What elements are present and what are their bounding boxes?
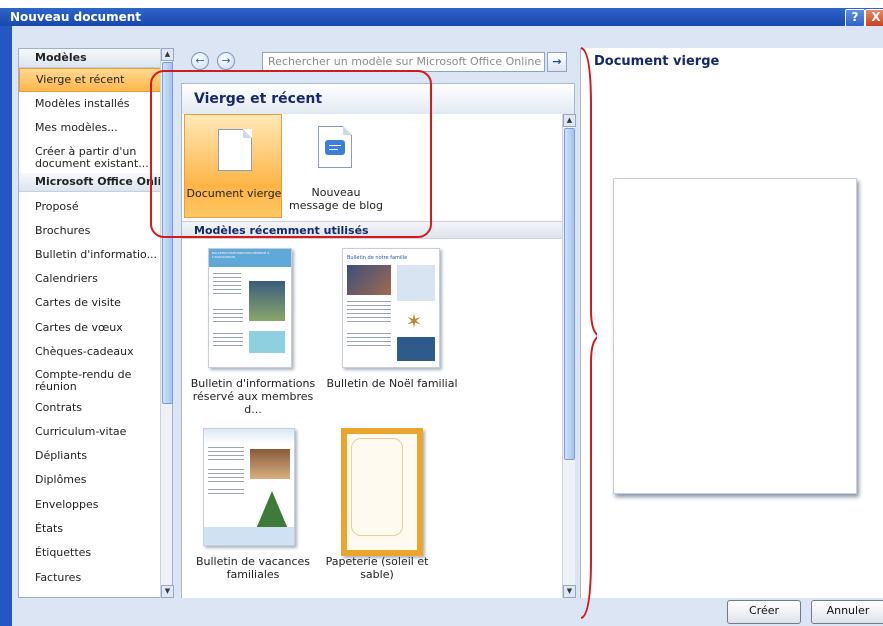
thumbnail-papeterie — [341, 428, 423, 556]
nav-item-compte-rendu[interactable]: Compte-rendu de réunion — [19, 367, 155, 397]
preview-title: Document vierge — [594, 54, 720, 69]
back-arrow-icon[interactable]: ← — [191, 52, 209, 70]
recent-template-papeterie[interactable]: Papeterie (soleil et sable) — [322, 424, 432, 584]
search-input[interactable]: Rechercher un modèle sur Microsoft Offic… — [262, 52, 545, 72]
close-button[interactable]: X — [865, 9, 883, 27]
template-scrollbar[interactable]: ▲ ▼ — [562, 114, 576, 598]
window-title: Nouveau document — [10, 10, 142, 24]
nav-scroll-down-icon[interactable]: ▼ — [161, 585, 174, 598]
create-button[interactable]: Créer — [727, 600, 801, 624]
nav-item-cartes-visite[interactable]: Cartes de visite — [19, 292, 172, 314]
cancel-button[interactable]: Annuler — [811, 600, 883, 624]
help-button[interactable]: ? — [845, 9, 865, 27]
recent-template-vacances-line1: Bulletin de vacances — [195, 555, 311, 568]
nav-item-diplomes[interactable]: Diplômes — [19, 469, 172, 491]
nav-item-cartes-voeux[interactable]: Cartes de vœux — [19, 317, 172, 339]
annotation-brace — [580, 47, 597, 619]
template-scroll-thumb[interactable] — [564, 128, 575, 460]
nav-item-document-existant[interactable]: Créer à partir d'un document existant... — [19, 144, 165, 174]
nav-item-curriculum[interactable]: Curriculum-vitae — [19, 421, 172, 443]
window-frame-left — [0, 26, 12, 626]
nav-scroll-up-icon[interactable]: ▲ — [161, 48, 174, 61]
recent-template-noel-label: Bulletin de Noël familial — [326, 377, 458, 390]
nav-item-bulletin[interactable]: Bulletin d'informatio... — [19, 244, 172, 266]
nav-item-factures[interactable]: Factures — [19, 567, 172, 589]
reindeer-icon: ✶ — [405, 309, 423, 333]
thumbnail-noel: Bulletin de notre famille ✶ — [342, 248, 440, 368]
nav-item-etiquettes[interactable]: Étiquettes — [19, 542, 172, 564]
annotation-highlight — [150, 70, 432, 238]
preview-page — [613, 178, 857, 494]
nav-item-depliants[interactable]: Dépliants — [19, 445, 172, 467]
search-go-icon[interactable]: → — [547, 52, 567, 72]
recent-template-noel[interactable]: Bulletin de notre famille ✶ Bulletin de … — [322, 244, 462, 412]
tree-icon — [256, 491, 288, 529]
recent-template-vacances[interactable]: Bulletin de vacances familiales — [183, 424, 323, 584]
nav-item-etats[interactable]: États — [19, 518, 172, 540]
thumbnail-noel-title: Bulletin de notre famille — [347, 255, 408, 261]
title-bar: Nouveau document ? X — [0, 0, 883, 27]
template-scroll-down-icon[interactable]: ▼ — [563, 585, 576, 598]
nav-item-enveloppes[interactable]: Enveloppes — [19, 494, 172, 516]
recent-template-newsletter-line1: Bulletin d'informations — [190, 377, 316, 390]
recent-template-papeterie-line2: sable) — [360, 568, 394, 581]
recent-template-papeterie-line1: Papeterie (soleil et — [325, 555, 429, 568]
nav-item-calendriers[interactable]: Calendriers — [19, 268, 172, 290]
recent-template-newsletter[interactable]: BULLETIN D'INFORMATION RÉSERVÉ À L'ASSOC… — [183, 244, 323, 416]
nav-heading-modeles: Modèles — [19, 49, 172, 68]
forward-arrow-icon[interactable]: → — [217, 52, 235, 70]
thumbnail-newsletter: BULLETIN D'INFORMATION RÉSERVÉ À L'ASSOC… — [208, 248, 292, 368]
recent-template-vacances-line2: familiales — [226, 568, 280, 581]
template-scroll-up-icon[interactable]: ▲ — [563, 114, 576, 127]
recent-template-newsletter-line2: réservé aux membres d... — [192, 390, 314, 416]
nav-item-contrats[interactable]: Contrats — [19, 397, 172, 419]
nav-item-cheques-cadeaux[interactable]: Chèques-cadeaux — [19, 341, 172, 363]
thumbnail-newsletter-banner: BULLETIN D'INFORMATION RÉSERVÉ À L'ASSOC… — [212, 251, 270, 259]
thumbnail-vacances — [203, 428, 295, 546]
